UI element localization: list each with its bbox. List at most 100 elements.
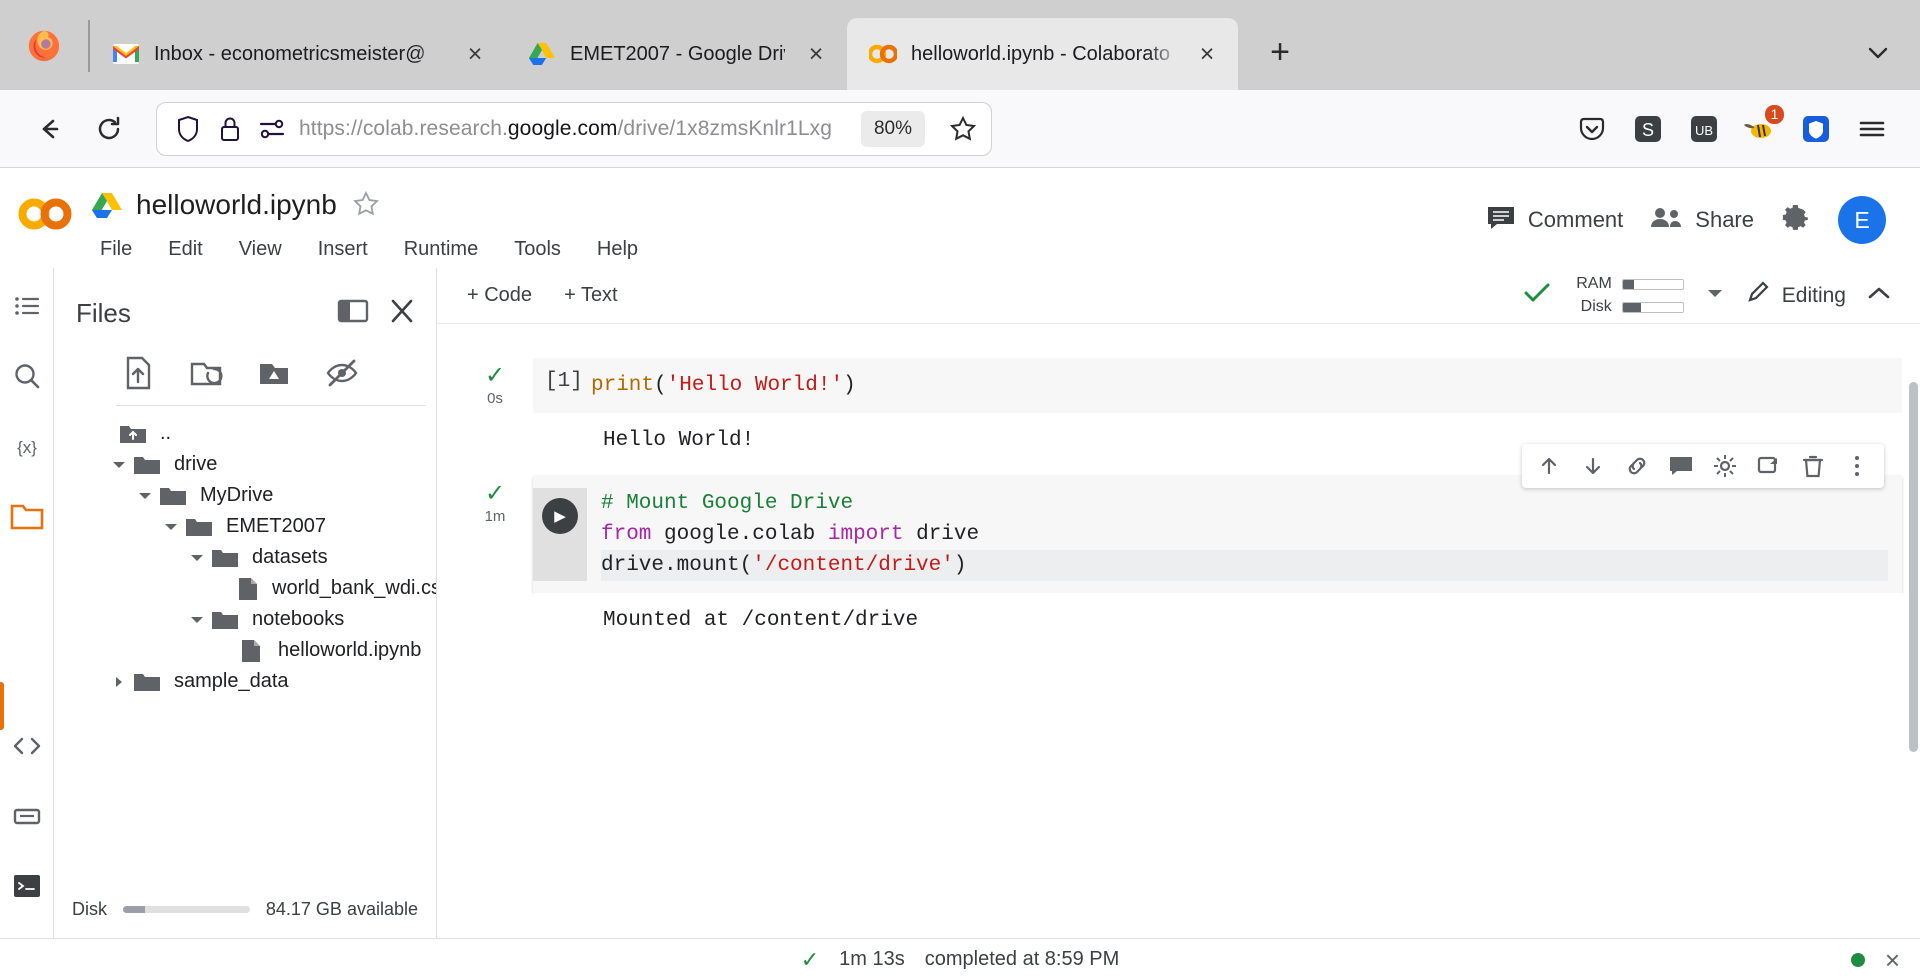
back-button[interactable]	[22, 102, 76, 156]
chevron-down-icon[interactable]	[106, 458, 132, 472]
notebook-area: + Code + Text RAM Disk Editing ✓ 0s [1] …	[437, 268, 1920, 938]
pocket-icon[interactable]	[1566, 103, 1618, 155]
close-icon[interactable]: ×	[458, 37, 492, 71]
terminal-icon[interactable]	[7, 866, 47, 906]
close-icon[interactable]: ×	[1190, 37, 1224, 71]
browser-tab-colab[interactable]: helloworld.ipynb - Colaborato ×	[847, 18, 1238, 90]
collapse-header-icon[interactable]	[1864, 281, 1894, 310]
run-cell-button[interactable]: ▶	[533, 488, 587, 581]
lock-icon[interactable]	[215, 114, 245, 144]
chevron-down-icon[interactable]	[184, 613, 210, 627]
chevron-down-icon[interactable]	[158, 520, 184, 534]
notebook-cell[interactable]: ✓ 1m ▶ # Mount Google Drive from google.…	[437, 444, 1920, 644]
reload-button[interactable]	[82, 102, 136, 156]
files-panel-header: Files	[54, 268, 436, 331]
list-item[interactable]: EMET2007	[54, 511, 436, 542]
upload-file-icon[interactable]	[120, 355, 156, 391]
list-item[interactable]: helloworld.ipynb	[54, 635, 436, 666]
list-all-tabs-icon[interactable]	[1854, 28, 1902, 76]
cell-exec-time: 0s	[487, 390, 503, 407]
delete-cell-icon[interactable]	[1794, 447, 1832, 485]
menu-item-file[interactable]: File	[94, 234, 138, 265]
link-to-cell-icon[interactable]	[1618, 447, 1656, 485]
share-button[interactable]: Share	[1649, 205, 1754, 236]
url-bar[interactable]: https://colab.research.google.com/drive/…	[156, 101, 992, 156]
shield-icon[interactable]	[173, 114, 203, 144]
resource-usage[interactable]: RAM Disk	[1570, 275, 1684, 316]
mount-drive-icon[interactable]	[256, 355, 292, 391]
code-editor[interactable]: [1] print('Hello World!')	[533, 358, 1902, 413]
new-tab-button[interactable]: +	[1254, 26, 1306, 78]
app-menu-icon[interactable]	[1846, 103, 1898, 155]
extension-s-icon[interactable]: S	[1622, 103, 1674, 155]
refresh-folder-icon[interactable]	[188, 355, 224, 391]
permissions-icon[interactable]	[257, 114, 287, 144]
add-code-cell-button[interactable]: + Code	[467, 284, 532, 307]
cell-settings-icon[interactable]	[1706, 447, 1744, 485]
table-of-contents-icon[interactable]	[7, 286, 47, 326]
open-in-new-pane-icon[interactable]	[336, 296, 370, 331]
extension-ub-icon[interactable]: UB	[1678, 103, 1730, 155]
add-comment-icon[interactable]	[1662, 447, 1700, 485]
menu-item-view[interactable]: View	[233, 234, 288, 265]
browser-tab-gmail[interactable]: Inbox - econometricsmeister@ ×	[90, 18, 506, 90]
variables-icon[interactable]: {x}	[7, 426, 47, 466]
list-item[interactable]: world_bank_wdi.csv	[54, 573, 436, 604]
list-item[interactable]: ..	[54, 418, 436, 449]
colab-left-rail: {x}	[0, 268, 54, 938]
colab-logo-icon[interactable]	[0, 168, 92, 236]
comment-button[interactable]: Comment	[1486, 204, 1623, 237]
secrets-icon[interactable]	[7, 796, 47, 836]
close-icon[interactable]: ×	[1885, 947, 1900, 973]
connection-status-indicator	[1850, 952, 1865, 967]
menu-item-insert[interactable]: Insert	[312, 234, 374, 265]
scrollbar[interactable]	[1909, 382, 1918, 752]
cell-code[interactable]: # Mount Google Drive from google.colab i…	[587, 488, 1902, 581]
extension-bitwarden-icon[interactable]	[1790, 103, 1842, 155]
list-item[interactable]: MyDrive	[54, 480, 436, 511]
editing-indicator[interactable]: Editing	[1746, 280, 1846, 312]
avatar[interactable]: E	[1838, 196, 1886, 244]
mirror-cell-icon[interactable]	[1750, 447, 1788, 485]
code-editor[interactable]: ▶ # Mount Google Drive from google.colab…	[533, 476, 1902, 593]
extension-bee-icon[interactable]: 1	[1734, 103, 1786, 155]
list-item[interactable]: sample_data	[54, 666, 436, 697]
move-cell-up-icon[interactable]	[1530, 447, 1568, 485]
comment-label: Comment	[1527, 207, 1624, 232]
chevron-down-icon[interactable]	[184, 551, 210, 565]
chevron-down-icon[interactable]	[132, 489, 158, 503]
play-icon: ▶	[542, 498, 578, 534]
list-item[interactable]: datasets	[54, 542, 436, 573]
folder-icon	[132, 670, 162, 694]
list-item[interactable]: notebooks	[54, 604, 436, 635]
more-options-icon[interactable]	[1838, 447, 1876, 485]
list-item-label: MyDrive	[200, 484, 274, 506]
list-item[interactable]: drive	[54, 449, 436, 480]
add-text-cell-button[interactable]: + Text	[564, 284, 618, 307]
zoom-level-badge[interactable]: 80%	[860, 110, 925, 147]
close-icon[interactable]: ×	[799, 37, 833, 71]
menu-item-tools[interactable]: Tools	[508, 234, 567, 265]
colab-body: {x} Files .. drive MyDrive EMET2007 data…	[0, 268, 1920, 938]
hide-hidden-files-icon[interactable]	[324, 355, 360, 391]
browser-tab-google-drive[interactable]: EMET2007 - Google Drive ×	[506, 18, 847, 90]
menu-item-help[interactable]: Help	[591, 234, 644, 265]
menu-item-edit[interactable]: Edit	[162, 234, 208, 265]
search-icon[interactable]	[7, 356, 47, 396]
move-cell-down-icon[interactable]	[1574, 447, 1612, 485]
code-snippets-icon[interactable]	[7, 726, 47, 766]
menu-item-runtime[interactable]: Runtime	[398, 234, 484, 265]
close-icon[interactable]	[386, 296, 418, 331]
file-icon	[236, 576, 260, 602]
url-host: google.com	[507, 116, 618, 140]
chevron-right-icon[interactable]	[106, 674, 132, 690]
star-icon[interactable]	[351, 189, 383, 221]
settings-button[interactable]	[1780, 202, 1812, 239]
tab-title: helloworld.ipynb - Colaborato	[911, 42, 1171, 65]
cell-code[interactable]: print('Hello World!')	[591, 370, 1902, 401]
page-title[interactable]: helloworld.ipynb	[136, 189, 337, 221]
chevron-down-icon[interactable]	[1702, 282, 1728, 309]
url-text[interactable]: https://colab.research.google.com/drive/…	[299, 117, 849, 141]
files-icon[interactable]	[7, 496, 47, 536]
bookmark-star-icon[interactable]	[943, 109, 983, 149]
